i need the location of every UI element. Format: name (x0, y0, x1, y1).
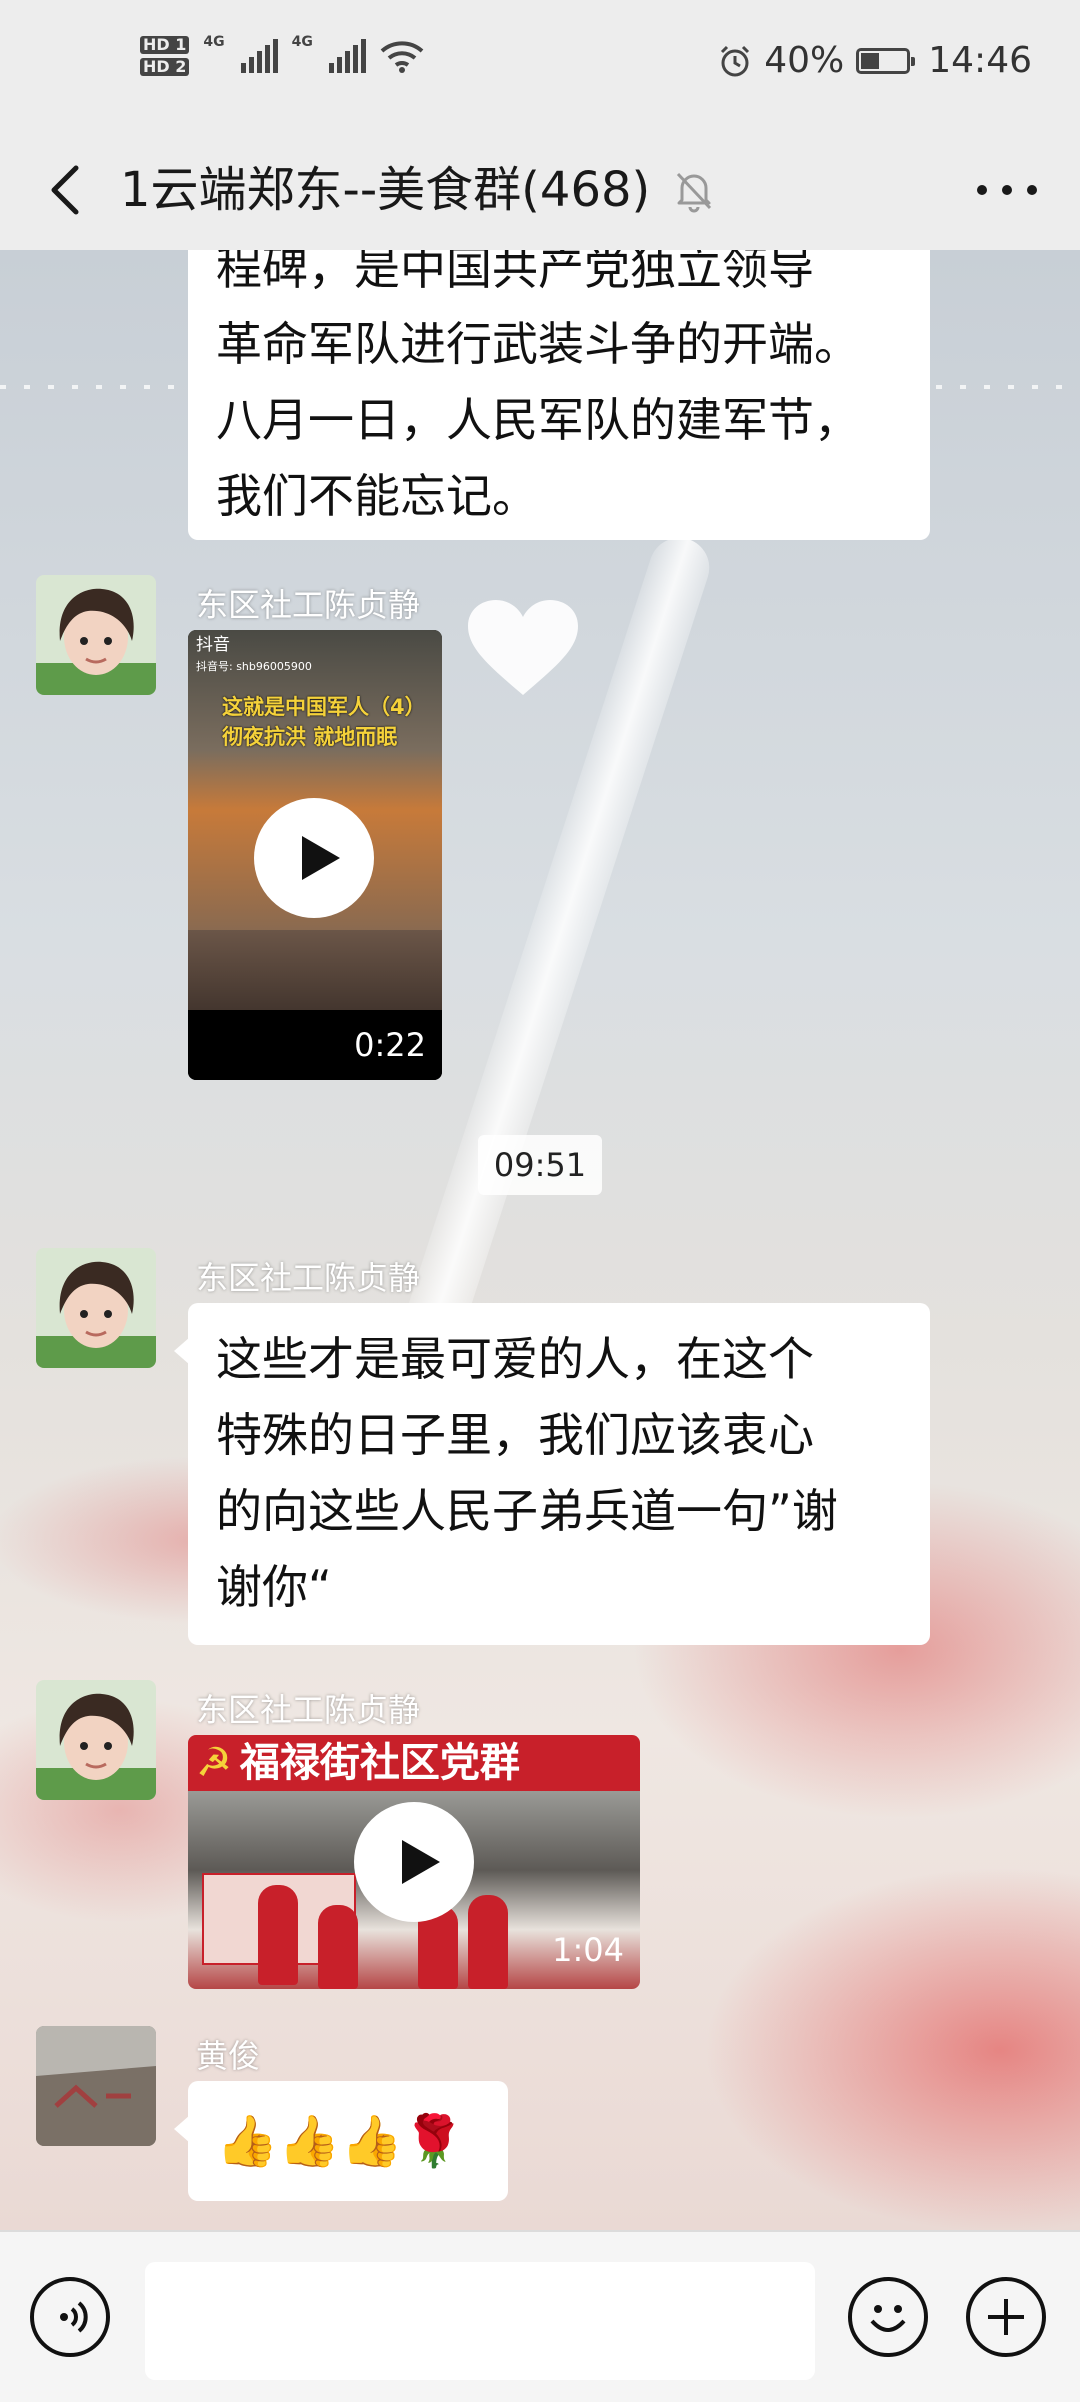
play-button[interactable] (254, 798, 374, 918)
video-person (318, 1905, 358, 1989)
message-line: 八月一日，人民军队的建军节， (216, 393, 860, 447)
signal-group: HD 1 HD 2 4G 4G (140, 34, 424, 78)
video-banner-text: 福禄街社区党群 (239, 1740, 520, 1786)
message-line: 的向这些人民子弟兵道一句”谢 (216, 1484, 838, 1538)
status-right: 40% 14:46 (718, 40, 1032, 81)
clock: 14:46 (928, 40, 1032, 81)
input-bar (0, 2230, 1080, 2402)
network-type-1: 4G (203, 34, 225, 50)
bubble-tail (174, 1337, 190, 1365)
plus-button[interactable] (966, 2277, 1046, 2357)
emoji-button[interactable] (848, 2277, 928, 2357)
emoji-message: 👍👍👍🌹 (216, 2112, 466, 2170)
play-button[interactable] (354, 1802, 474, 1922)
message-line: 革命军队进行武装斗争的开端。 (216, 317, 860, 371)
wifi-icon (380, 41, 424, 73)
wallpaper-heart-icon (468, 600, 578, 695)
bubble-tail (174, 2115, 190, 2143)
message-line: 谢你“ (216, 1560, 332, 1614)
video-caption-line: 这就是中国军人（4） (222, 695, 426, 719)
video-message[interactable]: 抖音 抖音号: shb96005900 这就是中国军人（4） 彻夜抗洪 就地而眠… (188, 630, 442, 1080)
hd-indicator: HD 1 HD 2 (140, 34, 190, 78)
emoji-icon (870, 2305, 906, 2332)
mute-bell-icon (676, 172, 712, 213)
message-line: 程碑，是中国共产党独立领导 (216, 250, 814, 295)
video-watermark: 抖音 抖音号: shb96005900 (196, 634, 312, 678)
avatar[interactable] (36, 1248, 156, 1368)
message-line: 特殊的日子里，我们应该衷心 (216, 1408, 814, 1462)
plus-icon (988, 2299, 1024, 2335)
status-bar: HD 1 HD 2 4G 4G 40% 14:46 (0, 0, 1080, 130)
chat-title: 1云端郑东--美食群(468) (120, 162, 651, 218)
video-person (468, 1895, 508, 1989)
avatar[interactable] (36, 2026, 156, 2146)
avatar[interactable] (36, 575, 156, 695)
video-person (258, 1885, 298, 1985)
video-caption-line: 彻夜抗洪 就地而眠 (222, 725, 398, 749)
sender-name: 东区社工陈贞静 (196, 1259, 421, 1297)
battery-percent: 40% (764, 40, 845, 81)
voice-button[interactable] (30, 2277, 110, 2357)
message-input[interactable] (145, 2262, 815, 2380)
voice-icon (60, 2301, 88, 2333)
message-bubble[interactable]: 👍👍👍🌹 (174, 2081, 508, 2201)
network-type-2: 4G (291, 34, 313, 50)
video-duration: 1:04 (552, 1931, 624, 1969)
video-duration: 0:22 (354, 1026, 426, 1064)
chat-message-list[interactable]: 程碑，是中国共产党独立领导 革命军队进行武装斗争的开端。 八月一日，人民军队的建… (0, 250, 1080, 2230)
sender-name: 东区社工陈贞静 (196, 586, 421, 624)
video-caption: 这就是中国军人（4） 彻夜抗洪 就地而眠 (222, 692, 432, 752)
alarm-icon (721, 45, 750, 76)
douyin-logo-text: 抖音 (196, 635, 230, 655)
time-separator: 09:51 (478, 1135, 602, 1195)
douyin-account: 抖音号: shb96005900 (196, 660, 312, 673)
hammer-sickle-icon: ☭ (196, 1740, 232, 1786)
chat-header: 1云端郑东--美食群(468) (0, 130, 1080, 250)
sender-name: 东区社工陈贞静 (196, 1691, 421, 1729)
signal-icon-2 (328, 39, 366, 73)
sender-name: 黄俊 (196, 2037, 261, 2075)
avatar[interactable] (36, 1680, 156, 1800)
message-line: 我们不能忘记。 (216, 469, 538, 523)
video-banner: ☭ 福禄街社区党群 (188, 1735, 640, 1791)
video-message[interactable]: ☭ 福禄街社区党群 1:04 (188, 1735, 640, 1989)
more-options-button[interactable] (972, 170, 1042, 210)
signal-icon-1 (240, 39, 278, 73)
message-bubble[interactable]: 程碑，是中国共产党独立领导 革命军队进行武装斗争的开端。 八月一日，人民军队的建… (188, 250, 930, 540)
message-line: 这些才是最可爱的人，在这个 (216, 1332, 814, 1386)
battery-icon (856, 47, 916, 74)
back-button[interactable] (36, 158, 100, 222)
message-bubble[interactable]: 这些才是最可爱的人，在这个 特殊的日子里，我们应该衷心 的向这些人民子弟兵道一句… (174, 1303, 930, 1645)
